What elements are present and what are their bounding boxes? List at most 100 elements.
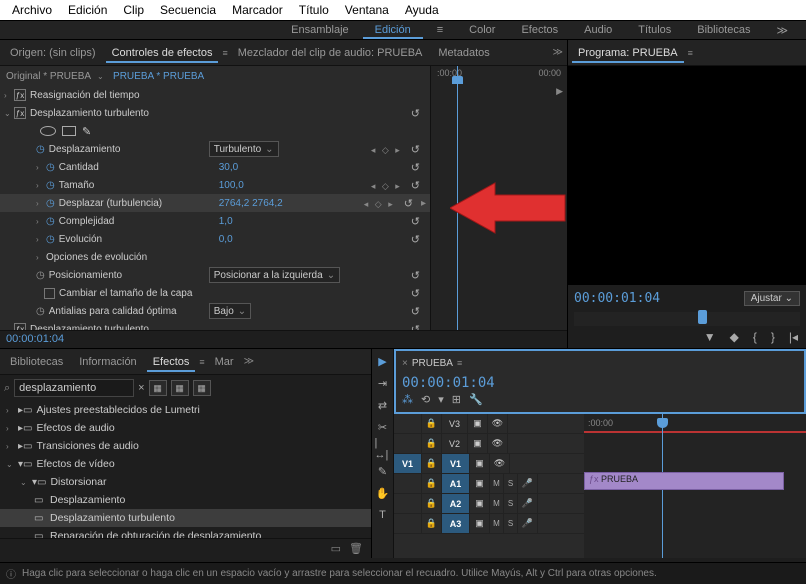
stopwatch-icon[interactable]: ◷ [46,180,55,191]
lock-icon[interactable]: 🔒 [422,454,442,473]
chevron-down-icon[interactable]: ⌄ [4,325,14,331]
effect-timeline[interactable]: ▶ :00:00 00:00 [430,66,567,330]
tab-bibliotecas[interactable]: Bibliotecas [4,352,69,372]
marker-icon[interactable]: ◆ [730,330,739,344]
ws-audio[interactable]: Audio [572,21,624,39]
source-v1[interactable]: V1 [394,454,422,473]
filter-yuv-icon[interactable]: ▦ [193,380,211,396]
keyframe-nav[interactable]: ◂ ◇ ▸ ↺ [364,197,419,210]
clip-prueba[interactable]: ƒx PRUEBA [584,472,784,490]
reset-icon[interactable]: ↺ [411,108,422,120]
solo-icon[interactable]: S [504,514,518,533]
menu-clip[interactable]: Clip [115,3,152,17]
sync-lock-icon[interactable]: ▣ [470,494,490,513]
reset-icon[interactable]: ↺ [411,234,422,246]
bracket-out-icon[interactable]: } [771,330,775,344]
sync-lock-icon[interactable]: ▣ [468,434,488,453]
filter-32bit-icon[interactable]: ▦ [171,380,189,396]
tree-despturb[interactable]: Desplazamiento turbulento [50,512,175,524]
val-complejidad[interactable]: 1,0 [219,216,233,227]
chevron-right-icon[interactable]: › [36,163,46,172]
hamburger-icon[interactable]: ≡ [425,21,455,39]
dropdown-desplazamiento[interactable]: Turbulento [209,141,279,157]
clear-search-icon[interactable]: × [138,382,144,394]
tree-audiotr[interactable]: Transiciones de audio [36,440,138,452]
breadcrumb-current[interactable]: PRUEBA * PRUEBA [113,71,204,82]
menu-ventana[interactable]: Ventana [337,3,397,17]
ws-overflow-icon[interactable]: ≫ [764,21,800,40]
menu-marcador[interactable]: Marcador [224,3,291,17]
menu-archivo[interactable]: Archivo [4,3,60,17]
ws-edicion[interactable]: Edición [363,21,423,39]
fx-toggle[interactable]: ƒx [14,107,26,119]
tree-lumetri[interactable]: Ajustes preestablecidos de Lumetri [36,404,199,416]
dropdown-antialias[interactable]: Bajo [209,303,251,319]
val-cantidad[interactable]: 30,0 [219,162,238,173]
mask-rect-icon[interactable] [62,126,76,136]
target-a2[interactable]: A2 [442,494,470,513]
reset-icon[interactable]: ↺ [411,288,422,300]
val-evolucion[interactable]: 0,0 [219,234,233,245]
prop-antialias[interactable]: Antialias para calidad óptima [49,306,209,317]
reset-icon[interactable]: ↺ [411,180,422,192]
mic-icon[interactable]: 🎤 [518,514,538,533]
target-a1[interactable]: A1 [442,474,470,493]
pen-tool-icon[interactable]: ✎ [375,463,391,479]
reset-icon[interactable]: ↺ [411,144,422,156]
tab-metadatos[interactable]: Metadatos [432,43,495,63]
prop-desplazamiento[interactable]: Desplazamiento [49,144,209,155]
dropdown-posicionamiento[interactable]: Posicionar a la izquierda [209,267,340,283]
menu-titulo[interactable]: Título [291,3,337,17]
reset-icon[interactable]: ↺ [404,198,415,210]
menu-edicion[interactable]: Edición [60,3,115,17]
stopwatch-icon[interactable]: ◷ [46,198,55,209]
ws-bibliotecas[interactable]: Bibliotecas [685,21,762,39]
keyframe-nav[interactable]: ◂ ◇ ▸ ↺ [371,143,426,156]
fx-toggle[interactable]: ƒx [14,89,26,101]
chevron-right-icon[interactable]: › [36,181,46,190]
lock-icon[interactable]: 🔒 [422,514,442,533]
ec-timecode[interactable]: 00:00:01:04 [0,330,567,348]
eye-icon[interactable]: 👁 [490,454,510,473]
mic-icon[interactable]: 🎤 [518,494,538,513]
val-desplazar[interactable]: 2764,2 2764,2 [219,198,283,209]
checkbox-cambiar-tamano[interactable]: Cambiar el tamaño de la capa [44,288,192,299]
hamburger-icon[interactable]: ≡ [199,357,204,367]
tab-informacion[interactable]: Información [73,352,142,372]
prop-cantidad[interactable]: Cantidad [59,162,219,173]
hamburger-icon[interactable]: ≡ [457,358,462,368]
prop-desplazar[interactable]: Desplazar (turbulencia) [59,198,219,209]
filter-accel-icon[interactable]: ▦ [149,380,167,396]
chevron-right-icon[interactable]: › [36,199,46,208]
prop-reasignacion[interactable]: Reasignación del tiempo [30,90,140,101]
tab-timeline-prueba[interactable]: PRUEBA [412,358,453,369]
tree-audiofx[interactable]: Efectos de audio [36,422,114,434]
solo-icon[interactable]: S [504,474,518,493]
razor-tool-icon[interactable]: ✂ [375,419,391,435]
sync-lock-icon[interactable]: ▣ [470,514,490,533]
stopwatch-icon[interactable]: ◷ [36,144,45,155]
mask-ellipse-icon[interactable] [40,126,56,136]
solo-icon[interactable]: S [504,494,518,513]
timeline-canvas[interactable]: :00:00 ƒx PRUEBA [584,414,806,558]
new-bin-icon[interactable]: ▭ [331,542,341,555]
tab-overflow-icon[interactable]: ≫ [553,47,563,58]
timeline-timecode[interactable]: 00:00:01:04 [402,371,798,393]
tree-repar[interactable]: Reparación de obturación de desplazamien… [50,530,261,538]
lock-icon[interactable]: 🔒 [422,474,442,493]
tab-efectos[interactable]: Efectos [147,352,196,372]
scrubber-playhead[interactable] [698,310,707,324]
tree-videofx[interactable]: Efectos de vídeo [36,458,114,470]
val-tamano[interactable]: 100,0 [219,180,244,191]
tree-distort[interactable]: Distorsionar [50,476,106,488]
prop-evolucion[interactable]: Evolución [59,234,219,245]
playhead[interactable] [457,66,458,330]
reset-icon[interactable]: ↺ [411,216,422,228]
trash-icon[interactable]: 🗑 [349,542,363,555]
track-v2[interactable]: V2 [442,434,468,453]
ws-ensamblaje[interactable]: Ensamblaje [279,21,360,39]
tab-mar[interactable]: Mar [209,352,240,372]
settings-icon[interactable]: 🔧 [469,393,483,406]
sync-lock-icon[interactable]: ▣ [470,474,490,493]
menu-ayuda[interactable]: Ayuda [397,3,447,17]
